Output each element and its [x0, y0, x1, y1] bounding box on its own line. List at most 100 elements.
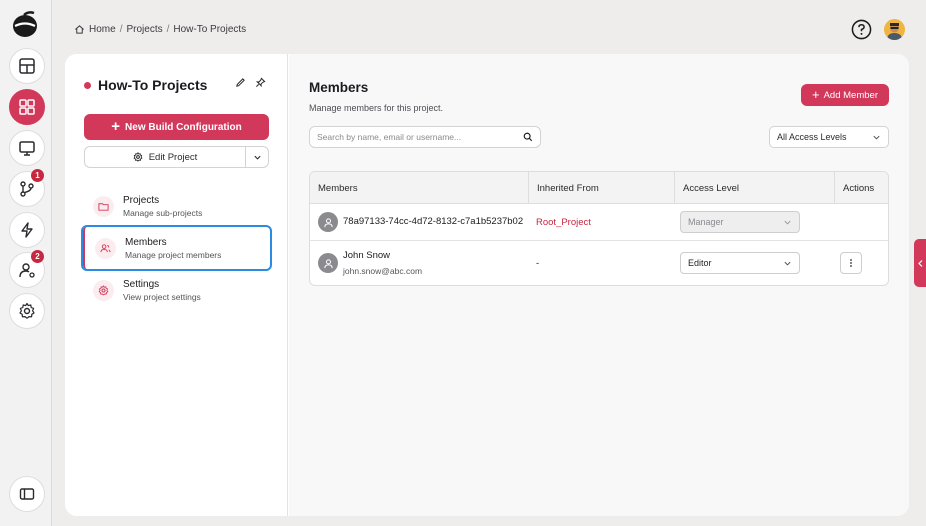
rail-dashboard-button[interactable] [9, 48, 45, 84]
project-card: How-To Projects + New Build Configuratio… [65, 54, 909, 516]
chevron-down-icon [873, 135, 880, 140]
gear-icon [133, 152, 143, 162]
search-icon[interactable] [523, 132, 533, 142]
rail-projects-button[interactable] [9, 89, 45, 125]
nav-icon-wrap [93, 279, 114, 301]
rail-collapse-button[interactable] [9, 476, 45, 512]
help-icon[interactable] [851, 19, 872, 40]
new-build-configuration-button[interactable]: + New Build Configuration [84, 114, 269, 140]
rail-git-button[interactable]: 1 [9, 169, 45, 207]
column-inherited-from: Inherited From [528, 172, 674, 204]
nav-text: Settings View project settings [123, 279, 201, 302]
rail-settings-button[interactable] [9, 293, 45, 329]
rail-users-button[interactable]: 2 [9, 250, 45, 288]
app-rail: 1 2 [0, 0, 52, 526]
members-title: Members [309, 80, 369, 95]
access-filter-value: All Access Levels [777, 132, 847, 142]
nav-text: Projects Manage sub-projects [123, 195, 202, 218]
app-logo-icon[interactable] [10, 9, 40, 39]
user-avatar[interactable] [884, 19, 905, 40]
access-level-filter[interactable]: All Access Levels [769, 126, 889, 148]
nav-title: Members [125, 236, 167, 248]
rail-agents-button[interactable] [9, 130, 45, 166]
nav-title: Projects [123, 194, 160, 206]
user-icon [323, 217, 333, 227]
chevron-down-icon [784, 220, 791, 225]
expand-panel-tab[interactable] [914, 239, 926, 287]
nav-item-settings[interactable]: Settings View project settings [83, 269, 270, 311]
project-title-text: How-To Projects [98, 77, 208, 93]
layout-icon [19, 58, 35, 74]
nav-icon-wrap [95, 237, 116, 259]
column-access-level: Access Level [674, 172, 834, 204]
member-search [309, 126, 541, 148]
inherited-from: - [536, 258, 540, 269]
nav-title: Settings [123, 278, 160, 290]
member-name: 78a97133-74cc-4d72-8132-c7a1b5237b02 [343, 216, 524, 227]
breadcrumb: Home / Projects / How-To Projects [74, 24, 246, 35]
breadcrumb-projects[interactable]: Projects [126, 24, 162, 35]
home-icon [75, 25, 84, 34]
project-title: How-To Projects [84, 77, 207, 93]
new-build-label: New Build Configuration [125, 121, 242, 133]
member-email: john.snow@abc.com [343, 266, 423, 276]
access-level-value: Manager [688, 217, 724, 227]
add-member-button[interactable]: + Add Member [801, 84, 889, 106]
edit-project-label: Edit Project [148, 151, 198, 163]
inherited-from-link[interactable]: Root_Project [536, 217, 591, 228]
breadcrumb-separator: / [119, 24, 123, 35]
folder-icon [98, 202, 109, 211]
nav-item-projects[interactable]: Projects Manage sub-projects [83, 185, 270, 227]
grid-icon [19, 99, 35, 115]
members-table: Members Inherited From Access Level Acti… [309, 171, 889, 286]
access-level-select: Manager [680, 211, 800, 233]
breadcrumb-home[interactable]: Home [89, 24, 116, 35]
members-subtitle: Manage members for this project. [309, 103, 444, 113]
breadcrumb-separator: / [166, 24, 170, 35]
chevron-left-icon [917, 259, 922, 267]
pin-icon[interactable] [255, 77, 266, 88]
gear-icon [98, 284, 109, 295]
sidebar-toggle-icon [19, 488, 35, 500]
plus-icon: + [111, 118, 121, 135]
add-member-label: Add Member [823, 89, 878, 101]
plus-icon: + [812, 87, 820, 102]
table-header: Members Inherited From Access Level Acti… [310, 172, 888, 204]
row-actions-button[interactable] [840, 252, 862, 274]
member-avatar [318, 253, 338, 273]
edit-project-button[interactable]: Edit Project [85, 147, 246, 167]
access-level-select[interactable]: Editor [680, 252, 800, 274]
table-row: 78a97133-74cc-4d72-8132-c7a1b5237b02 Roo… [310, 204, 888, 241]
rail-triggers-button[interactable] [9, 212, 45, 248]
table-row: John Snow john.snow@abc.com - Editor [310, 241, 888, 285]
user-avatar-icon [887, 23, 902, 40]
more-vertical-icon [850, 259, 852, 267]
monitor-icon [19, 141, 35, 156]
edit-project-dropdown[interactable] [246, 147, 268, 167]
users-icon [100, 243, 111, 252]
members-panel: Members Manage members for this project.… [289, 54, 909, 516]
nav-subtitle: Manage project members [125, 249, 222, 260]
member-search-input[interactable] [317, 132, 523, 142]
nav-subtitle: View project settings [123, 291, 201, 302]
member-name: John Snow [343, 250, 391, 261]
chevron-down-icon [253, 155, 261, 160]
gear-icon [19, 302, 35, 319]
user-icon [323, 258, 333, 268]
member-avatar [318, 212, 338, 232]
users-notification-badge: 2 [31, 250, 44, 263]
project-sidebar: How-To Projects + New Build Configuratio… [65, 54, 288, 516]
user-settings-icon [19, 263, 35, 278]
breadcrumb-current: How-To Projects [173, 24, 247, 35]
chevron-down-icon [784, 261, 791, 266]
column-members: Members [318, 182, 358, 194]
lightning-icon [21, 222, 33, 238]
nav-icon-wrap [93, 195, 114, 217]
pencil-icon[interactable] [235, 77, 246, 88]
nav-item-members[interactable]: Members Manage project members [81, 225, 272, 271]
edit-project-split-button: Edit Project [84, 146, 269, 168]
git-branch-icon [20, 181, 34, 197]
access-level-value: Editor [688, 258, 712, 268]
project-color-dot [84, 81, 91, 89]
column-actions: Actions [834, 172, 888, 204]
